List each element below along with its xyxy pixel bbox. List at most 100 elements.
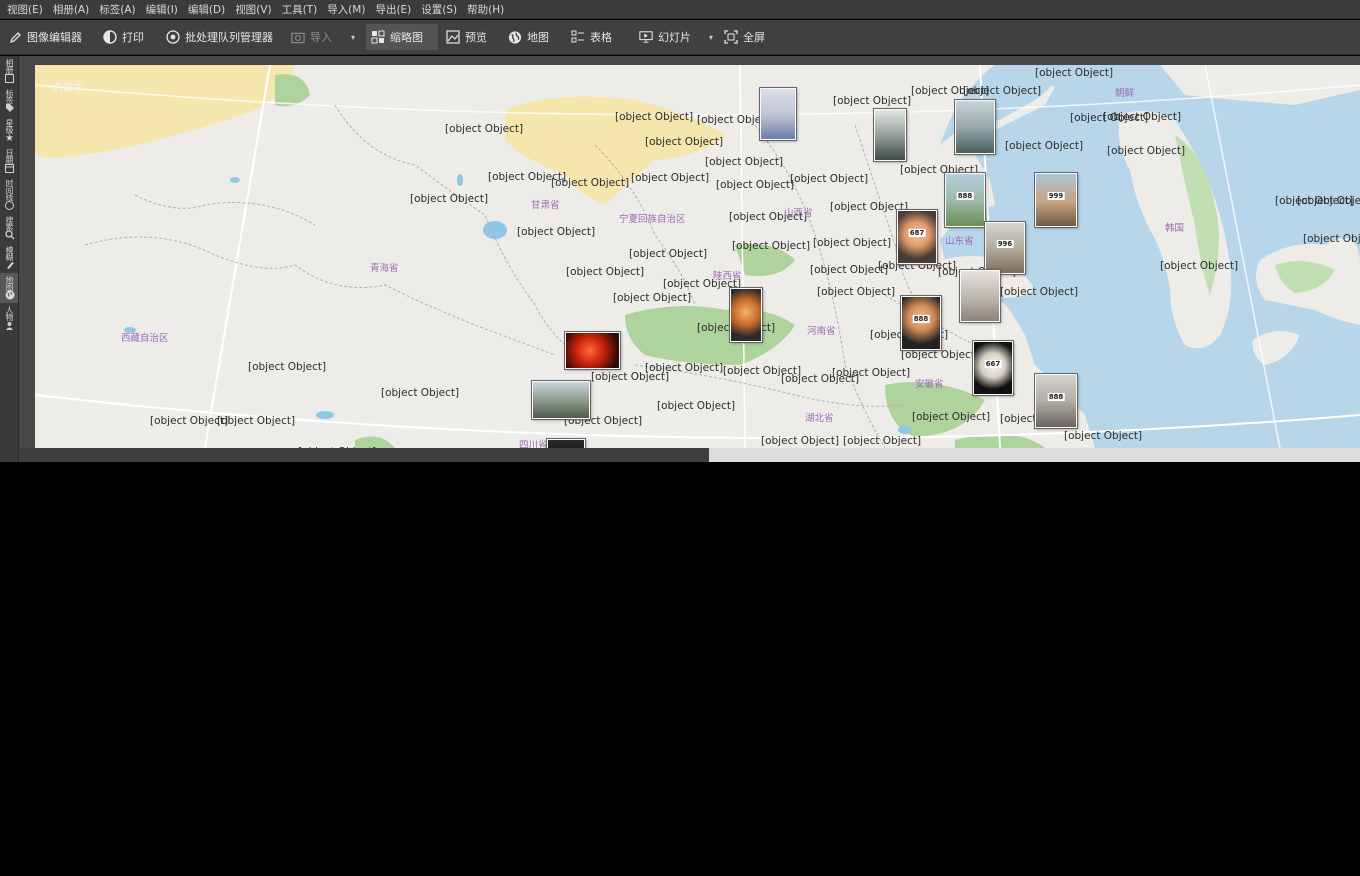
city-label: [object Object] <box>381 387 460 399</box>
city-label: [object Object] <box>551 177 630 189</box>
sidebar-item-dates[interactable]: 日期 <box>0 146 18 176</box>
photo-marker[interactable]: 999 <box>1035 173 1077 227</box>
import-button[interactable]: 导入 <box>286 24 337 50</box>
map-view[interactable]: 内蒙古 [object Object] [object Object] [obj… <box>35 65 1360 448</box>
batch-queue-button[interactable]: 批处理队列管理器 <box>161 24 278 50</box>
city-label: [object Object] <box>705 156 784 168</box>
region-label: 宁夏回族自治区 <box>619 214 686 225</box>
city-label: [object Object] <box>1303 233 1360 245</box>
preview-button[interactable]: 预览 <box>441 24 492 50</box>
city-label: [object Object] <box>1005 140 1084 152</box>
map-status-light <box>709 448 1360 462</box>
table-view-button[interactable]: 表格 <box>566 24 617 50</box>
photo-marker[interactable] <box>730 288 762 342</box>
tag-icon <box>5 103 15 113</box>
sidebar-item-timeline[interactable]: 时间线 <box>0 176 18 213</box>
photo-marker[interactable] <box>547 439 585 448</box>
menu-help[interactable]: 帮助(H) <box>464 2 511 17</box>
slideshow-dropdown[interactable]: ▾ <box>704 24 718 50</box>
city-label: [object Object] <box>445 123 524 135</box>
city-label: [object Object] <box>833 95 912 107</box>
photo-marker[interactable]: 667 <box>973 341 1013 395</box>
map-status-strip <box>19 448 1360 462</box>
menu-album[interactable]: 相册(A) <box>50 2 96 17</box>
chevron-down-icon: ▾ <box>351 32 356 42</box>
slideshow-button[interactable]: 幻灯片 <box>634 24 696 50</box>
brush-icon <box>5 260 15 270</box>
city-label: [object Object] <box>631 172 710 184</box>
menu-edit-d[interactable]: 编辑(D) <box>185 2 232 17</box>
city-label: [object Object] <box>517 226 596 238</box>
thumbnail-view-button[interactable]: 缩略图 <box>366 24 438 50</box>
image-editor-label: 图像编辑器 <box>27 31 82 44</box>
print-button[interactable]: 打印 <box>98 24 149 50</box>
city-label: [object Object] <box>901 349 980 361</box>
sidebar-item-search[interactable]: 搜索 <box>0 213 18 243</box>
region-label: 甘肃省 <box>531 200 560 211</box>
fullscreen-label: 全屏 <box>743 31 765 44</box>
fullscreen-button[interactable]: 全屏 <box>719 24 770 50</box>
import-label: 导入 <box>310 31 332 44</box>
region-label: 河南省 <box>807 326 836 337</box>
globe-icon <box>508 30 522 44</box>
city-label: [object Object] <box>615 111 694 123</box>
menu-edit-i[interactable]: 编辑(I) <box>143 2 185 17</box>
photo-marker[interactable]: 888 <box>945 173 985 227</box>
city-label: [object Object] <box>1107 145 1186 157</box>
photo-marker[interactable] <box>760 88 796 140</box>
photo-marker[interactable]: 888 <box>1035 374 1077 428</box>
sidebar-item-albums[interactable]: 相册 <box>0 56 18 86</box>
preview-label: 预览 <box>465 31 487 44</box>
city-label: [object Object] <box>1000 286 1079 298</box>
photo-marker[interactable]: 888 <box>901 296 941 350</box>
map-view-button[interactable]: 地图 <box>503 24 554 50</box>
region-label: 安徽省 <box>915 379 944 390</box>
main-toolbar: 图像编辑器 打印 批处理队列管理器 导入 ▾ 缩略图 预览 地图 表格 幻灯片 … <box>0 20 1360 55</box>
menu-tools[interactable]: 工具(T) <box>279 2 325 17</box>
sidebar-item-tags[interactable]: 标签 <box>0 86 18 116</box>
photo-marker[interactable] <box>874 109 906 161</box>
person-icon <box>5 320 15 330</box>
image-editor-button[interactable]: 图像编辑器 <box>3 24 87 50</box>
photo-marker[interactable]: 687 <box>897 210 937 264</box>
city-label: [object Object] <box>1035 67 1114 79</box>
table-view-label: 表格 <box>590 31 612 44</box>
menu-view[interactable]: 视图(E) <box>4 2 50 17</box>
menu-bar: 视图(E) 相册(A) 标签(A) 编辑(I) 编辑(D) 视图(V) 工具(T… <box>0 0 1360 19</box>
city-label: [object Object] <box>410 193 489 205</box>
sidebar-item-map[interactable]: 地图 <box>0 273 18 303</box>
photo-marker[interactable] <box>532 381 590 419</box>
city-label: [object Object] <box>810 264 889 276</box>
sidebar-item-people[interactable]: 人物 <box>0 303 18 333</box>
map-view-label: 地图 <box>527 31 549 44</box>
city-label: [object Object] <box>591 371 670 383</box>
photo-marker[interactable] <box>565 332 620 369</box>
menu-export[interactable]: 导出(E) <box>372 2 418 17</box>
city-label: [object Object] <box>963 85 1042 97</box>
photo-marker[interactable] <box>955 100 995 154</box>
clock-icon <box>5 200 15 210</box>
menu-view-v[interactable]: 视图(V) <box>232 2 278 17</box>
menu-settings[interactable]: 设置(S) <box>418 2 464 17</box>
list-icon <box>571 30 585 44</box>
city-label: [object Object] <box>732 240 811 252</box>
photo-marker[interactable] <box>960 270 1000 322</box>
sidebar-item-fuzzy[interactable]: 模糊 <box>0 243 18 273</box>
city-label: [object Object] <box>912 411 991 423</box>
search-icon <box>4 230 15 240</box>
menu-tag[interactable]: 标签(A) <box>96 2 142 17</box>
empty-area <box>0 462 1360 876</box>
album-icon <box>5 73 15 83</box>
sidebar-item-rating[interactable]: 星级 ★ <box>0 116 18 146</box>
menu-import[interactable]: 导入(M) <box>324 2 372 17</box>
city-label: [object Object] <box>217 415 296 427</box>
region-label: 西藏自治区 <box>121 333 169 344</box>
region-label: 朝鲜 <box>1115 88 1135 99</box>
left-sidebar: 相册 标签 星级 ★ 日期 时间线 搜索 模糊 地图 人物 <box>0 56 19 462</box>
calendar-icon <box>5 163 15 173</box>
camera-icon <box>291 30 305 44</box>
photo-marker[interactable]: 996 <box>985 222 1025 274</box>
map-faint-label: 内蒙古 <box>53 83 83 94</box>
import-dropdown[interactable]: ▾ <box>346 24 360 50</box>
batch-queue-label: 批处理队列管理器 <box>185 31 273 44</box>
